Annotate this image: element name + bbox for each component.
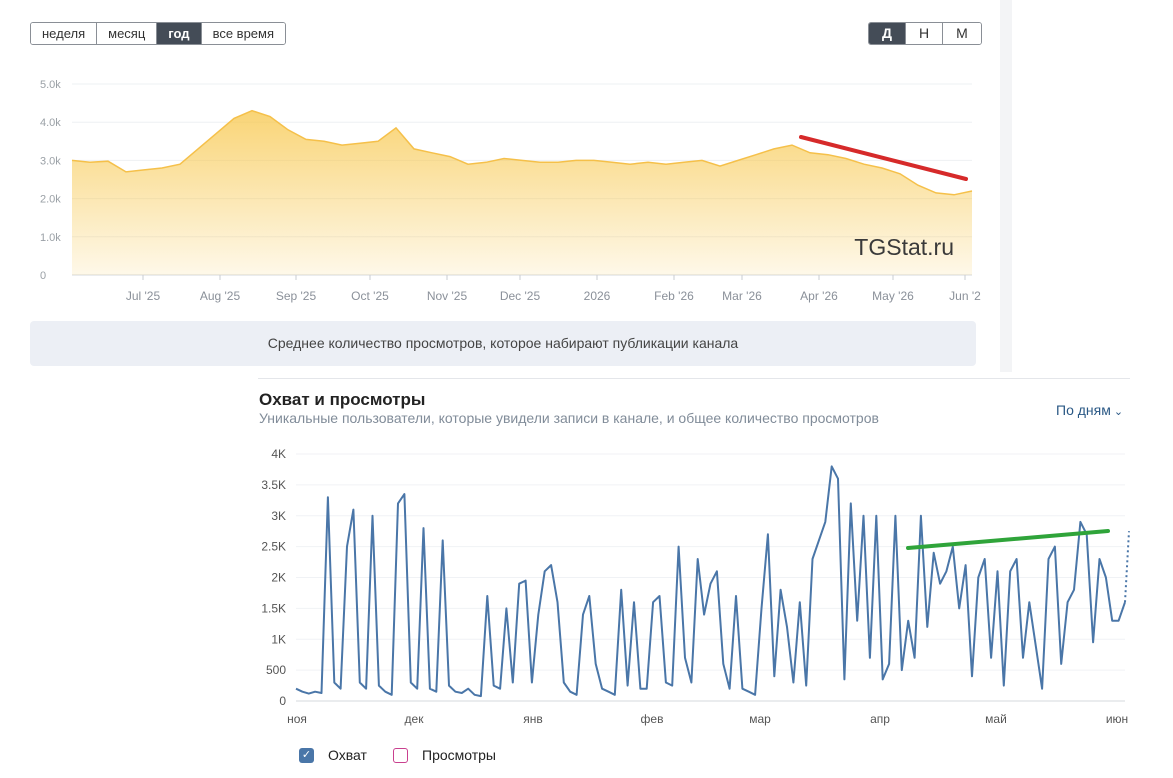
y-tick-label: 5.0k: [40, 79, 61, 91]
watermark-text: TGStat.ru: [854, 234, 954, 260]
x-tick-label: May '26: [872, 289, 914, 303]
x-tick-label: Oct '25: [351, 289, 389, 303]
section-divider: [258, 378, 1130, 379]
y-tick-label: 500: [266, 663, 286, 677]
average-views-chart: 0 1.0k 2.0k 3.0k 4.0k 5.0k Jul '25 Aug '25 Sep '…: [40, 79, 981, 303]
x-tick-label: Dec '25: [500, 289, 541, 303]
reach-views-chart: 0 500 1K 1.5K 2K 2.5K 3K 3.5K 4K ноя дек янв фев мар а…: [261, 447, 1130, 726]
x-tick-label: Feb '26: [654, 289, 694, 303]
x-tick-label: Sep '25: [276, 289, 317, 303]
y-tick-label: 2.5K: [261, 540, 286, 554]
x-tick-label: Nov '25: [427, 289, 468, 303]
y-tick-label: 1.5K: [261, 601, 286, 615]
y-tick-label: 2.0k: [40, 194, 61, 206]
legend-views-label: Просмотры: [422, 747, 496, 763]
y-tick-label: 3.5K: [261, 478, 286, 492]
x-tick-label: 2026: [584, 289, 611, 303]
legend-reach[interactable]: ✓ Охват: [299, 747, 367, 763]
x-tick-label: дек: [405, 712, 425, 726]
y-tick-label: 1K: [271, 632, 286, 646]
reach-chart-subtitle: Уникальные пользователи, которые увидели…: [259, 410, 879, 426]
legend-reach-label: Охват: [328, 747, 367, 763]
x-tick-label: май: [985, 712, 1007, 726]
x-tick-label: Aug '25: [200, 289, 241, 303]
granularity-dropdown-label: По дням: [1056, 402, 1111, 418]
x-tick-label: мар: [749, 712, 771, 726]
panel-edge: [1000, 0, 1012, 372]
y-tick-label: 0: [40, 270, 46, 282]
y-tick-label: 2K: [271, 571, 286, 585]
x-tick-label: янв: [523, 712, 543, 726]
reach-line: [295, 465, 1126, 698]
checkbox-checked-icon[interactable]: ✓: [299, 747, 314, 763]
x-tick-label: Jun '2: [949, 289, 981, 303]
checkbox-empty-icon[interactable]: [393, 747, 408, 763]
y-tick-label: 4K: [271, 447, 286, 461]
x-tick-label: Mar '26: [722, 289, 762, 303]
x-tick-label: апр: [870, 712, 890, 726]
reach-chart-title: Охват и просмотры: [259, 390, 426, 409]
x-tick-label: фев: [641, 712, 664, 726]
y-tick-label: 4.0k: [40, 117, 61, 129]
chart-caption: Среднее количество просмотров, которое н…: [30, 321, 976, 366]
reach-forecast-dotted: [1124, 531, 1130, 603]
x-tick-label: июн: [1106, 712, 1128, 726]
views-area: [72, 110, 972, 275]
x-tick-label: ноя: [287, 712, 307, 726]
granularity-dropdown[interactable]: По дням ⌄: [1056, 402, 1123, 418]
average-views-panel: неделя месяц год все время Д Н М 0 1.0k 2.…: [0, 0, 1012, 375]
chevron-down-icon: ⌄: [1113, 406, 1124, 418]
y-tick-label: 3K: [271, 509, 286, 523]
y-tick-label: 1.0k: [40, 232, 61, 244]
legend-views[interactable]: Просмотры: [393, 747, 496, 763]
y-tick-label: 0: [279, 694, 286, 708]
x-tick-label: Jul '25: [126, 289, 161, 303]
y-tick-label: 3.0k: [40, 155, 61, 167]
x-tick-label: Apr '26: [800, 289, 838, 303]
